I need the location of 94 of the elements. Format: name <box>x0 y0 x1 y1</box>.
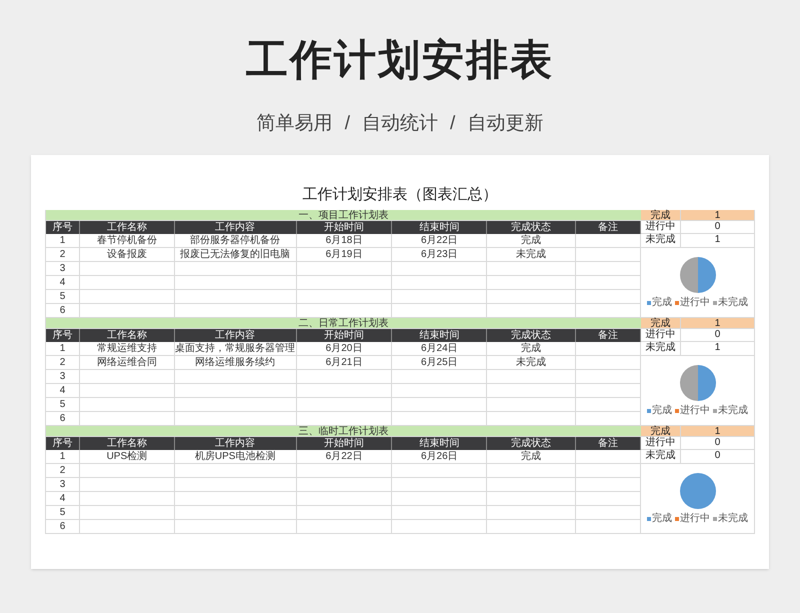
table-cell: 1 <box>46 450 80 463</box>
table-cell: 6月21日 <box>296 356 392 369</box>
legend-swatch-icon <box>713 516 717 520</box>
pie-slice <box>680 256 698 292</box>
table-cell: 2 <box>46 248 80 261</box>
table-cell: 3 <box>46 262 80 275</box>
table-cell: 6月18日 <box>296 234 392 247</box>
summary-label: 未完成 <box>641 450 681 463</box>
table-cell: 5 <box>46 506 80 519</box>
legend-label: 进行中 <box>680 298 710 308</box>
page-title: 工作计划安排表 <box>246 35 554 85</box>
sheet-title: 工作计划安排表（图表汇总） <box>302 186 498 204</box>
table-cell: 5 <box>46 398 80 411</box>
table-cell: 1 <box>46 342 80 355</box>
summary-label: 完成 <box>641 318 681 328</box>
table-cell: 5 <box>46 290 80 303</box>
legend-label: 进行中 <box>680 514 710 524</box>
legend-swatch-icon <box>713 300 717 304</box>
table-cell: 完成 <box>487 342 576 355</box>
table-cell: 3 <box>46 478 80 491</box>
table-cell: 4 <box>46 492 80 505</box>
table-cell: 未完成 <box>487 248 576 261</box>
legend-label: 完成 <box>652 514 672 524</box>
table-cell: 6月19日 <box>296 248 392 261</box>
legend-swatch-icon <box>675 408 679 412</box>
legend-label: 未完成 <box>718 406 748 416</box>
summary-label: 完成 <box>641 426 681 436</box>
table-cell: 1 <box>46 234 80 247</box>
table-cell: 常规运维支持 <box>80 342 175 355</box>
legend-label: 完成 <box>652 298 672 308</box>
legend-swatch-icon <box>647 516 651 520</box>
pie-slice <box>680 472 716 508</box>
table-cell: 部份服务器停机备份 <box>174 234 297 247</box>
summary-value: 0 <box>714 450 722 463</box>
table-cell: 未完成 <box>487 356 576 369</box>
summary-value: 1 <box>714 234 722 247</box>
legend-swatch-icon <box>675 516 679 520</box>
table-cell: 4 <box>46 384 80 397</box>
table-cell: 6月24日 <box>392 342 488 355</box>
table-cell: 6 <box>46 520 80 533</box>
pie-slice <box>680 364 698 400</box>
table-cell: 6 <box>46 412 80 425</box>
summary-value: 0 <box>714 437 722 449</box>
legend-swatch-icon <box>647 300 651 304</box>
legend-swatch-icon <box>675 300 679 304</box>
table-cell: 报废已无法修复的旧电脑 <box>174 248 297 261</box>
summary-value: 0 <box>714 221 722 233</box>
subtitle-text: 自动统计 <box>362 112 438 136</box>
table-cell: UPS检测 <box>80 450 175 463</box>
table-cell: 3 <box>46 370 80 383</box>
table-cell: 2 <box>46 464 80 477</box>
pie-slice <box>698 364 716 400</box>
legend-swatch-icon <box>713 408 717 412</box>
table-cell: 6月20日 <box>296 342 392 355</box>
table-cell: 完成 <box>487 450 576 463</box>
section-heading: 三、临时工作计划表 <box>46 426 641 437</box>
table-cell: 桌面支持，常规服务器管理 <box>174 342 297 355</box>
legend-label: 未完成 <box>718 298 748 308</box>
legend-label: 进行中 <box>680 406 710 416</box>
table-cell: 4 <box>46 276 80 289</box>
summary-value: 0 <box>714 329 722 341</box>
subtitle-text: / <box>450 112 456 136</box>
legend-swatch-icon <box>647 408 651 412</box>
subtitle-text: 自动更新 <box>467 112 544 136</box>
summary-label: 未完成 <box>641 234 681 247</box>
table-cell: 2 <box>46 356 80 369</box>
table-cell: 春节停机备份 <box>80 234 175 247</box>
summary-value: 1 <box>714 426 722 436</box>
section-heading: 二、日常工作计划表 <box>46 318 641 329</box>
table-cell: 6月22日 <box>296 450 392 463</box>
summary-label: 进行中 <box>641 221 681 233</box>
summary-label: 完成 <box>641 210 681 220</box>
table-cell: 6月23日 <box>392 248 488 261</box>
table-cell: 6月22日 <box>392 234 488 247</box>
legend-label: 完成 <box>652 406 672 416</box>
table-cell: 网络运维服务续约 <box>174 356 297 369</box>
summary-label: 进行中 <box>641 437 681 449</box>
summary-value: 1 <box>714 318 722 328</box>
summary-value: 1 <box>714 342 722 355</box>
summary-value: 1 <box>714 210 722 220</box>
table-cell: 机房UPS电池检测 <box>174 450 297 463</box>
summary-label: 进行中 <box>641 329 681 341</box>
table-cell: 6 <box>46 304 80 317</box>
legend-label: 未完成 <box>718 514 748 524</box>
table-cell: 完成 <box>487 234 576 247</box>
table-cell: 6月25日 <box>392 356 488 369</box>
table-cell: 设备报废 <box>80 248 175 261</box>
section-heading: 一、项目工作计划表 <box>46 210 641 221</box>
table-cell: 网络运维合同 <box>80 356 175 369</box>
subtitle-text: 简单易用 <box>256 112 333 136</box>
pie-slice <box>698 256 716 292</box>
summary-label: 未完成 <box>641 342 681 355</box>
subtitle-text: / <box>344 112 350 136</box>
table-cell: 6月26日 <box>392 450 488 463</box>
